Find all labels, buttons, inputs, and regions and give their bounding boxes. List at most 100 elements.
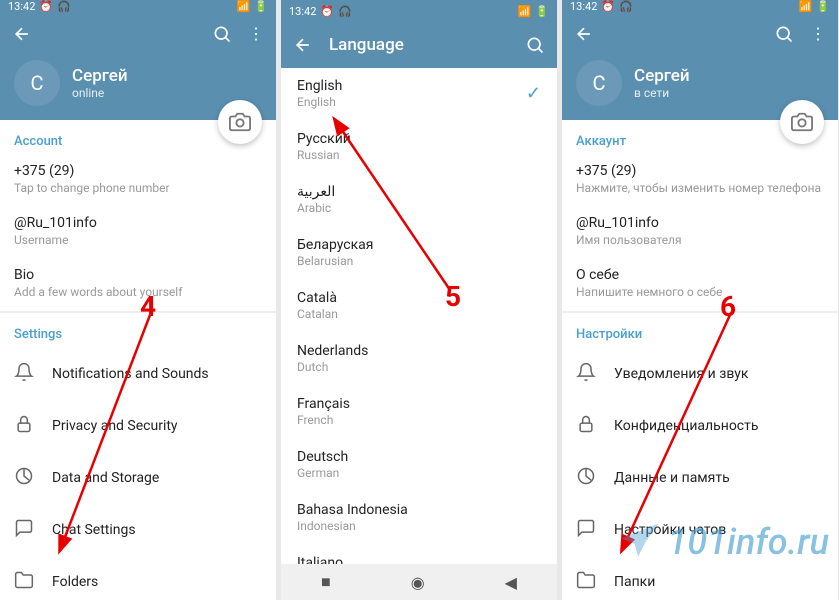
language-name: العربية: [297, 184, 541, 200]
status-time: 13:42: [570, 0, 597, 13]
chart-icon: [14, 466, 34, 490]
nav-back-icon[interactable]: ◀: [505, 573, 517, 592]
camera-button[interactable]: [780, 100, 824, 144]
setting-label: Data and Storage: [52, 470, 159, 486]
search-icon[interactable]: [525, 35, 545, 56]
headphones-icon: 🎧: [57, 0, 71, 13]
setting-bell[interactable]: Уведомления и звук: [562, 348, 838, 400]
language-name: Bahasa Indonesia: [297, 502, 541, 518]
language-option[interactable]: ItalianoItalian: [281, 545, 557, 564]
app-header: ⋮: [562, 13, 838, 54]
language-name: Беларуская: [297, 237, 541, 253]
headphones-icon: 🎧: [619, 0, 633, 13]
setting-label: Данные и память: [614, 470, 730, 486]
app-header: ⋮: [0, 13, 276, 54]
setting-label: Папки: [614, 574, 655, 590]
signal-icon: 📶: [518, 5, 532, 18]
status-time: 13:42: [8, 0, 35, 13]
battery-icon: 🔋: [535, 5, 549, 18]
setting-lock[interactable]: Конфиденциальность: [562, 400, 838, 452]
language-option[interactable]: العربيةArabic: [281, 174, 557, 227]
language-option[interactable]: NederlandsDutch: [281, 333, 557, 386]
setting-bell[interactable]: Notifications and Sounds: [0, 348, 276, 400]
statusbar: 13:42 ⏰ 🎧 📶🔋: [281, 0, 557, 22]
language-name: Català: [297, 290, 541, 306]
profile-name: Сергей: [72, 66, 128, 86]
status-time: 13:42: [289, 5, 316, 18]
menu-dots-icon[interactable]: ⋮: [248, 24, 264, 43]
setting-label: Конфиденциальность: [614, 418, 758, 434]
language-option[interactable]: CatalàCatalan: [281, 280, 557, 333]
panel-settings-en: 13:42 ⏰ 🎧 📶 🔋 ⋮ C Сергей online Account …: [0, 0, 276, 600]
account-username[interactable]: @Ru_101info Username: [0, 207, 276, 259]
language-native: Russian: [297, 148, 541, 162]
avatar[interactable]: C: [14, 60, 60, 106]
section-settings: Настройки: [562, 313, 838, 348]
app-header: Language: [281, 22, 557, 68]
language-option[interactable]: РусскийRussian: [281, 121, 557, 174]
language-native: German: [297, 466, 541, 480]
folder-icon: [576, 570, 596, 594]
profile-name: Сергей: [634, 66, 690, 86]
back-icon[interactable]: [293, 35, 313, 56]
language-native: Arabic: [297, 201, 541, 215]
profile-status: в сети: [634, 86, 690, 100]
language-name: Français: [297, 396, 541, 412]
account-username[interactable]: @Ru_101info Имя пользователя: [562, 207, 838, 259]
setting-folder[interactable]: Folders: [0, 556, 276, 600]
language-name: Русский: [297, 131, 541, 147]
setting-chart[interactable]: Data and Storage: [0, 452, 276, 504]
bell-icon: [576, 362, 596, 386]
signal-icon: 📶: [799, 0, 813, 13]
back-icon[interactable]: [574, 23, 594, 44]
search-icon[interactable]: [774, 23, 794, 44]
avatar[interactable]: C: [576, 60, 622, 106]
account-phone[interactable]: +375 (29) Tap to change phone number: [0, 155, 276, 207]
language-native: English: [297, 95, 526, 109]
statusbar: 13:42 ⏰ 🎧 📶🔋: [562, 0, 838, 13]
chat-icon: [576, 518, 596, 542]
setting-chat[interactable]: Настройки чатов: [562, 504, 838, 556]
language-option[interactable]: DeutschGerman: [281, 439, 557, 492]
setting-chat[interactable]: Chat Settings: [0, 504, 276, 556]
account-bio[interactable]: Bio Add a few words about yourself: [0, 259, 276, 311]
language-native: Belarusian: [297, 254, 541, 268]
section-settings: Settings: [0, 313, 276, 348]
folder-icon: [14, 570, 34, 594]
language-option[interactable]: Bahasa IndonesiaIndonesian: [281, 492, 557, 545]
alarm-icon: ⏰: [601, 0, 615, 13]
language-native: Catalan: [297, 307, 541, 321]
setting-folder[interactable]: Папки: [562, 556, 838, 600]
nav-home-icon[interactable]: ◉: [411, 573, 425, 592]
check-icon: ✓: [526, 83, 541, 104]
setting-label: Folders: [52, 574, 98, 590]
language-option[interactable]: EnglishEnglish✓: [281, 68, 557, 121]
statusbar: 13:42 ⏰ 🎧 📶 🔋: [0, 0, 276, 13]
lock-icon: [576, 414, 596, 438]
android-navbar: ■ ◉ ◀: [281, 564, 557, 600]
search-icon[interactable]: [212, 23, 232, 44]
account-phone[interactable]: +375 (29) Нажмите, чтобы изменить номер …: [562, 155, 838, 207]
battery-icon: 🔋: [816, 0, 830, 13]
language-option[interactable]: БеларускаяBelarusian: [281, 227, 557, 280]
account-bio[interactable]: О себе Напишите немного о себе: [562, 259, 838, 311]
chart-icon: [576, 466, 596, 490]
bell-icon: [14, 362, 34, 386]
camera-button[interactable]: [218, 100, 262, 144]
setting-chart[interactable]: Данные и память: [562, 452, 838, 504]
language-name: English: [297, 78, 526, 94]
panel-settings-ru: 13:42 ⏰ 🎧 📶🔋 ⋮ C Сергей в сети Аккаунт +…: [562, 0, 838, 600]
setting-lock[interactable]: Privacy and Security: [0, 400, 276, 452]
signal-icon: 📶: [237, 0, 251, 13]
profile-status: online: [72, 86, 128, 100]
language-native: French: [297, 413, 541, 427]
battery-icon: 🔋: [254, 0, 268, 13]
setting-label: Chat Settings: [52, 522, 136, 538]
page-title: Language: [329, 35, 509, 55]
language-option[interactable]: FrançaisFrench: [281, 386, 557, 439]
nav-recent-icon[interactable]: ■: [321, 572, 331, 592]
back-icon[interactable]: [12, 23, 32, 44]
language-native: Indonesian: [297, 519, 541, 533]
lock-icon: [14, 414, 34, 438]
menu-dots-icon[interactable]: ⋮: [810, 24, 826, 43]
